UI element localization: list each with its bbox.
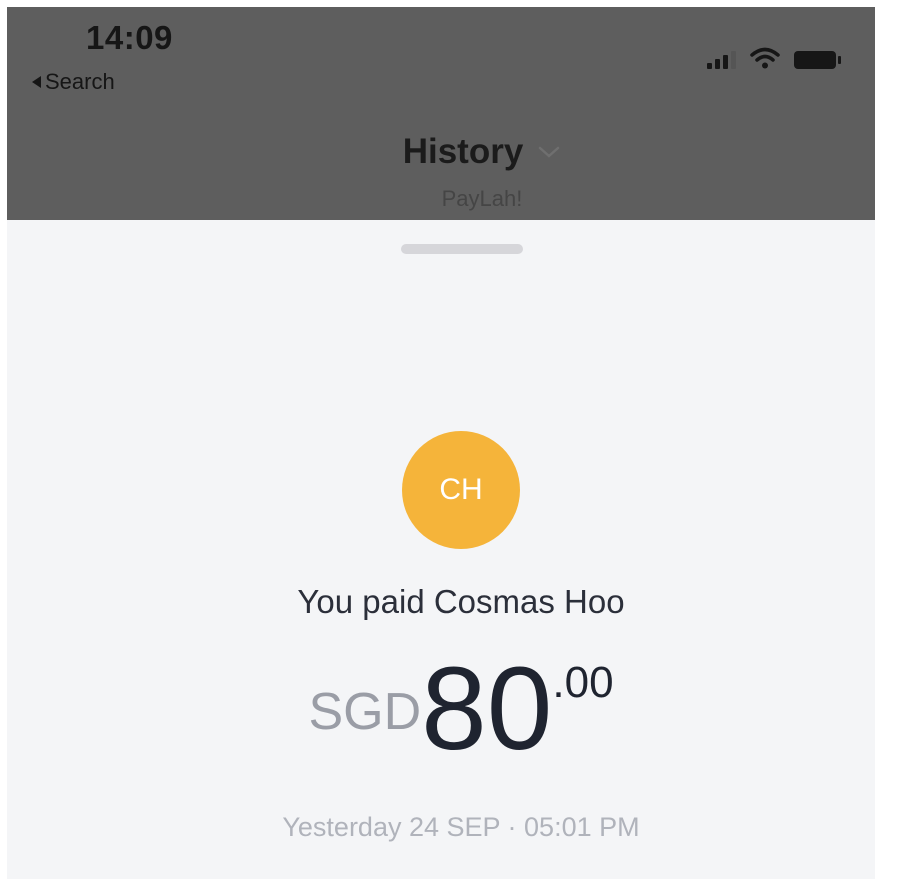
back-arrow-icon [32,76,41,88]
avatar: CH [402,431,520,549]
transaction-timestamp: Yesterday 24 SEP · 05:01 PM [282,812,640,842]
wifi-icon [750,47,780,69]
back-to-search-label: Search [45,69,115,94]
amount-cents: .00 [552,658,614,707]
chevron-down-icon [539,146,560,158]
status-icons [707,47,841,69]
sheet-grabber-handle[interactable] [401,244,523,254]
cellular-signal-icon [707,51,736,69]
status-time: 14:09 [86,19,173,56]
nav-title: History [402,132,524,171]
transaction-amount: SGD80.00 [7,650,875,768]
nav-title-dropdown[interactable]: History [7,132,875,172]
transaction-description: You paid Cosmas Hoo [297,583,625,620]
amount-whole: 80 [421,643,553,775]
battery-icon [794,51,841,69]
nav-subtitle: PayLah! [441,186,523,211]
amount-currency: SGD [308,683,422,741]
app-frame: 14:09 Search History PayLah! CH You paid… [7,7,875,879]
transaction-detail-sheet: CH You paid Cosmas Hoo SGD80.00 Yesterda… [7,220,875,879]
background-screen: 14:09 Search History PayLah! [7,7,875,220]
back-to-search-button[interactable]: Search [32,69,115,95]
